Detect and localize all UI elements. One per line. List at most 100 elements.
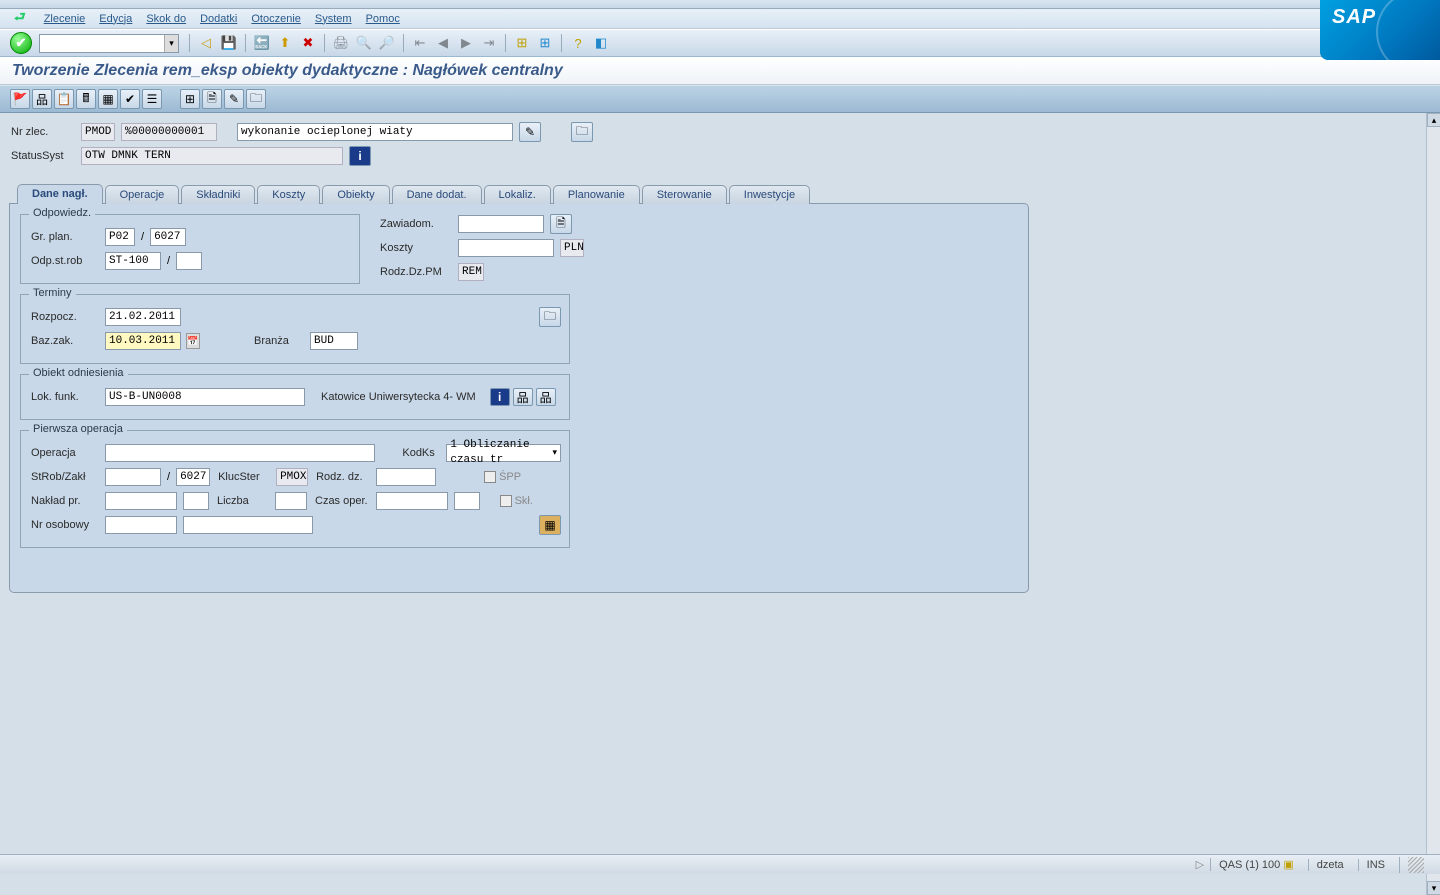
lok-funk-label: Lok. funk. bbox=[29, 391, 99, 403]
naklad-2-input[interactable] bbox=[183, 492, 209, 510]
tab-inwestycje[interactable]: Inwestycje bbox=[729, 185, 810, 204]
operacja-input[interactable] bbox=[105, 444, 375, 462]
prev-page-icon[interactable]: ◀ bbox=[433, 33, 453, 53]
nr-osobowy-1-input[interactable] bbox=[105, 516, 177, 534]
help-icon[interactable]: ? bbox=[568, 33, 588, 53]
strob-2-input[interactable] bbox=[176, 468, 210, 486]
at-detail-icon[interactable]: 🗎 bbox=[202, 89, 222, 109]
command-dropdown-icon[interactable]: ▾ bbox=[164, 35, 178, 52]
zawiadom-label: Zawiadom. bbox=[378, 218, 452, 230]
first-page-icon[interactable]: ⇤ bbox=[410, 33, 430, 53]
koszty-curr: PLN bbox=[560, 239, 584, 257]
czas-1-input[interactable] bbox=[376, 492, 448, 510]
exit-icon[interactable]: ⬆ bbox=[275, 33, 295, 53]
status-arrow-icon[interactable]: ▷ bbox=[1196, 858, 1204, 871]
strob-label: StRob/Zakł bbox=[29, 471, 99, 483]
tab-lokaliz[interactable]: Lokaliz. bbox=[484, 185, 551, 204]
menu-edycja[interactable]: Edycja bbox=[99, 13, 132, 25]
naklad-1-input[interactable] bbox=[105, 492, 177, 510]
back-arrow-icon[interactable]: ◁ bbox=[196, 33, 216, 53]
last-page-icon[interactable]: ⇥ bbox=[479, 33, 499, 53]
back-icon[interactable]: 🔙 bbox=[252, 33, 272, 53]
tab-skladniki[interactable]: Składniki bbox=[181, 185, 255, 204]
lok-funk-desc: Katowice Uniwersytecka 4- WM bbox=[319, 391, 478, 403]
odp-strob-1-input[interactable] bbox=[105, 252, 161, 270]
open-folder-icon[interactable]: 🗀 bbox=[571, 122, 593, 142]
pierwsza-detail-icon[interactable]: ▦ bbox=[539, 515, 561, 535]
lok-hier-icon[interactable]: 品 bbox=[536, 388, 556, 406]
kodks-select[interactable]: 1 Obliczanie czasu tr▾ bbox=[446, 444, 561, 462]
edit-desc-icon[interactable]: ✎ bbox=[519, 122, 541, 142]
at-grid-icon[interactable]: ▦ bbox=[98, 89, 118, 109]
spp-checkbox[interactable]: ŚPP bbox=[484, 471, 521, 483]
tab-obiekty[interactable]: Obiekty bbox=[322, 185, 389, 204]
odp-strob-2-input[interactable] bbox=[176, 252, 202, 270]
find-icon[interactable]: 🔍 bbox=[354, 33, 374, 53]
zawiadom-input[interactable] bbox=[458, 215, 544, 233]
nr-osobowy-2-input[interactable] bbox=[183, 516, 313, 534]
gr-plan-1-input[interactable] bbox=[105, 228, 135, 246]
tabstrip: Dane nagł. Operacje Składniki Koszty Obi… bbox=[17, 180, 1417, 203]
resize-grip-icon[interactable] bbox=[1408, 857, 1424, 873]
vertical-scrollbar[interactable]: ▴ ▾ bbox=[1426, 113, 1440, 895]
gr-plan-label: Gr. plan. bbox=[29, 231, 99, 243]
rodz-dz-input[interactable] bbox=[376, 468, 436, 486]
zawiadom-doc-icon[interactable]: 🗎 bbox=[550, 214, 572, 234]
rozpocz-input[interactable] bbox=[105, 308, 181, 326]
tab-dane-nagl[interactable]: Dane nagł. bbox=[17, 184, 103, 204]
menu-system[interactable]: System bbox=[315, 13, 352, 25]
lok-info-icon[interactable]: i bbox=[490, 388, 510, 406]
nr-zlec-desc-input[interactable] bbox=[237, 123, 513, 141]
shortcut-icon[interactable]: ⊞ bbox=[535, 33, 555, 53]
branza-input[interactable] bbox=[310, 332, 358, 350]
odp-strob-label: Odp.st.rob bbox=[29, 255, 99, 267]
lok-struct-icon[interactable]: 品 bbox=[513, 388, 533, 406]
at-hier-icon[interactable]: ⊞ bbox=[180, 89, 200, 109]
gr-plan-2-input[interactable] bbox=[150, 228, 186, 246]
nr-zlec-number: %00000000001 bbox=[121, 123, 217, 141]
layout-icon[interactable]: ◧ bbox=[591, 33, 611, 53]
liczba-input[interactable] bbox=[275, 492, 307, 510]
menu-zlecenie[interactable]: Zlecenie bbox=[44, 13, 86, 25]
tab-operacje[interactable]: Operacje bbox=[105, 185, 180, 204]
menu-pomoc[interactable]: Pomoc bbox=[366, 13, 400, 25]
strob-1-input[interactable] bbox=[105, 468, 161, 486]
liczba-label: Liczba bbox=[215, 495, 269, 507]
koszty-input[interactable] bbox=[458, 239, 554, 257]
print-icon[interactable]: 🖨 bbox=[331, 33, 351, 53]
at-doc-icon[interactable]: 📋 bbox=[54, 89, 74, 109]
tab-planowanie[interactable]: Planowanie bbox=[553, 185, 640, 204]
at-list-icon[interactable]: ☰ bbox=[142, 89, 162, 109]
at-struct-icon[interactable]: 品 bbox=[32, 89, 52, 109]
at-flag-icon[interactable]: 🚩 bbox=[10, 89, 30, 109]
baz-zak-input[interactable] bbox=[105, 332, 181, 350]
standard-toolbar: ✔ ▾ ◁ 💾 🔙 ⬆ ✖ 🖨 🔍 🔎 ⇤ ◀ ▶ ⇥ ⊞ ⊞ ? ◧ bbox=[0, 29, 1440, 57]
new-session-icon[interactable]: ⊞ bbox=[512, 33, 532, 53]
info-icon[interactable]: i bbox=[349, 146, 371, 166]
menu-skok-do[interactable]: Skok do bbox=[146, 13, 186, 25]
baz-zak-label: Baz.zak. bbox=[29, 335, 99, 347]
date-picker-icon[interactable]: 📅 bbox=[186, 333, 200, 349]
find-next-icon[interactable]: 🔎 bbox=[377, 33, 397, 53]
lok-funk-input[interactable] bbox=[105, 388, 305, 406]
next-page-icon[interactable]: ▶ bbox=[456, 33, 476, 53]
command-field[interactable]: ▾ bbox=[39, 34, 179, 53]
skl-checkbox[interactable]: Skł. bbox=[500, 495, 533, 507]
enter-icon[interactable]: ✔ bbox=[10, 32, 32, 54]
tab-sterowanie[interactable]: Sterowanie bbox=[642, 185, 727, 204]
at-calc-icon[interactable]: 🖩 bbox=[76, 89, 96, 109]
at-folder-icon[interactable]: 🗀 bbox=[246, 89, 266, 109]
tab-dane-dodat[interactable]: Dane dodat. bbox=[392, 185, 482, 204]
czas-2-input[interactable] bbox=[454, 492, 480, 510]
scroll-up-icon[interactable]: ▴ bbox=[1427, 113, 1440, 127]
save-icon[interactable]: 💾 bbox=[219, 33, 239, 53]
tab-koszty[interactable]: Koszty bbox=[257, 185, 320, 204]
menu-return-icon[interactable]: ⮐ bbox=[14, 8, 26, 30]
scroll-down-icon[interactable]: ▾ bbox=[1427, 881, 1440, 895]
at-pencil-icon[interactable]: ✎ bbox=[224, 89, 244, 109]
cancel-icon[interactable]: ✖ bbox=[298, 33, 318, 53]
at-check-icon[interactable]: ✔ bbox=[120, 89, 140, 109]
menu-otoczenie[interactable]: Otoczenie bbox=[251, 13, 301, 25]
terminy-folder-icon[interactable]: 🗀 bbox=[539, 307, 561, 327]
menu-dodatki[interactable]: Dodatki bbox=[200, 13, 237, 25]
